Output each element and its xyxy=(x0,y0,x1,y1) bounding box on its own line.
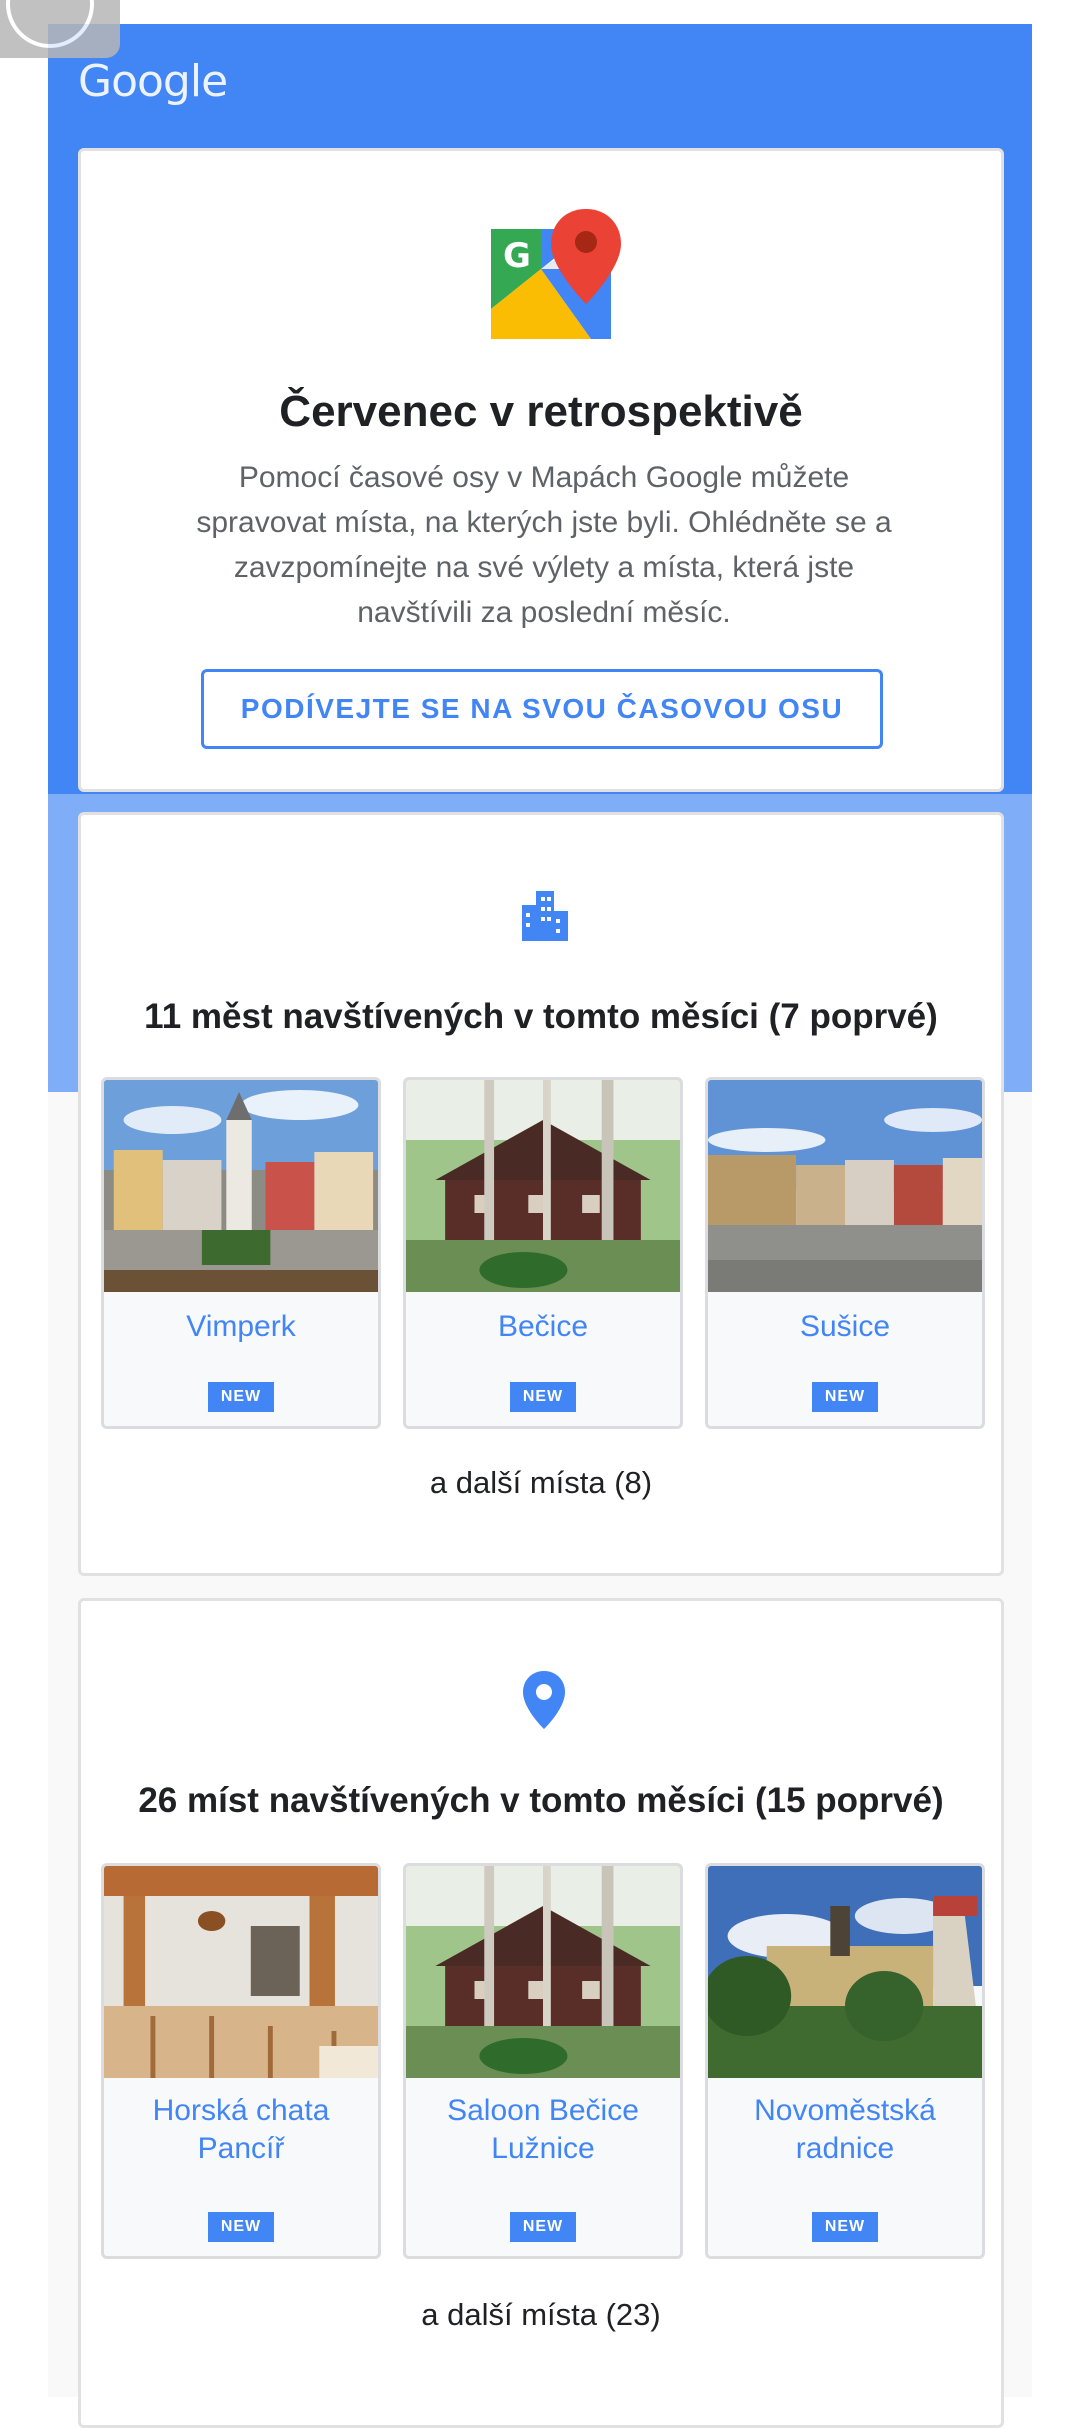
city-photo xyxy=(104,1080,378,1292)
new-badge: NEW xyxy=(208,1382,274,1412)
place-photo xyxy=(104,1866,378,2078)
place-tile-horska-chata[interactable]: Horská chata Pancíř NEW xyxy=(101,1863,381,2259)
cities-title: 11 měst navštívených v tomto měsíci (7 p… xyxy=(144,997,938,1036)
more-cities-link[interactable]: a další místa (8) xyxy=(81,1465,1001,1501)
city-icon xyxy=(522,891,568,941)
city-photo xyxy=(708,1080,982,1292)
new-badge: NEW xyxy=(510,1382,576,1412)
city-tile-vimperk[interactable]: Vimperk NEW xyxy=(101,1077,381,1429)
city-name: Vimperk xyxy=(186,1310,296,1343)
view-timeline-button[interactable]: PODÍVEJTE SE NA SVOU ČASOVOU OSU xyxy=(201,669,883,749)
place-photo xyxy=(406,1866,680,2078)
intro-description: Pomocí časové osy v Mapách Google můžete… xyxy=(196,461,892,629)
places-card: 26 míst navštívených v tomto měsíci (15 … xyxy=(78,1598,1004,2428)
city-tile-susice[interactable]: Sušice NEW xyxy=(705,1077,985,1429)
google-maps-icon: G xyxy=(491,209,621,339)
google-logo: Google xyxy=(78,56,228,107)
city-tile-becice[interactable]: Bečice NEW xyxy=(403,1077,683,1429)
city-name: Bečice xyxy=(497,1310,589,1343)
more-places-link[interactable]: a další místa (23) xyxy=(81,2297,1001,2333)
places-title: 26 míst navštívených v tomto měsíci (15 … xyxy=(138,1781,944,1820)
new-badge: NEW xyxy=(812,2212,878,2242)
intro-title: Červenec v retrospektivě xyxy=(279,387,803,436)
circle-icon xyxy=(6,0,94,48)
place-tile-saloon-becice[interactable]: Saloon Bečice Lužnice NEW xyxy=(403,1863,683,2259)
place-name: Saloon Bečice Lužnice xyxy=(447,2094,639,2165)
place-tile-novomestska-radnice[interactable]: Novoměstská radnice NEW xyxy=(705,1863,985,2259)
place-photo xyxy=(708,1866,982,2078)
cities-card: 11 měst navštívených v tomto měsíci (7 p… xyxy=(78,812,1004,1576)
floating-overlay-button[interactable] xyxy=(0,0,120,58)
place-pin-icon xyxy=(523,1671,565,1729)
city-name: Sušice xyxy=(799,1310,891,1343)
intro-card: G Červenec v retrospektivě Pomocí časové… xyxy=(78,148,1004,792)
new-badge: NEW xyxy=(510,2212,576,2242)
new-badge: NEW xyxy=(812,1382,878,1412)
place-name: Horská chata Pancíř xyxy=(152,2094,330,2165)
new-badge: NEW xyxy=(208,2212,274,2242)
city-photo xyxy=(406,1080,680,1292)
place-name: Novoměstská radnice xyxy=(754,2094,936,2165)
svg-text:G: G xyxy=(503,236,531,276)
